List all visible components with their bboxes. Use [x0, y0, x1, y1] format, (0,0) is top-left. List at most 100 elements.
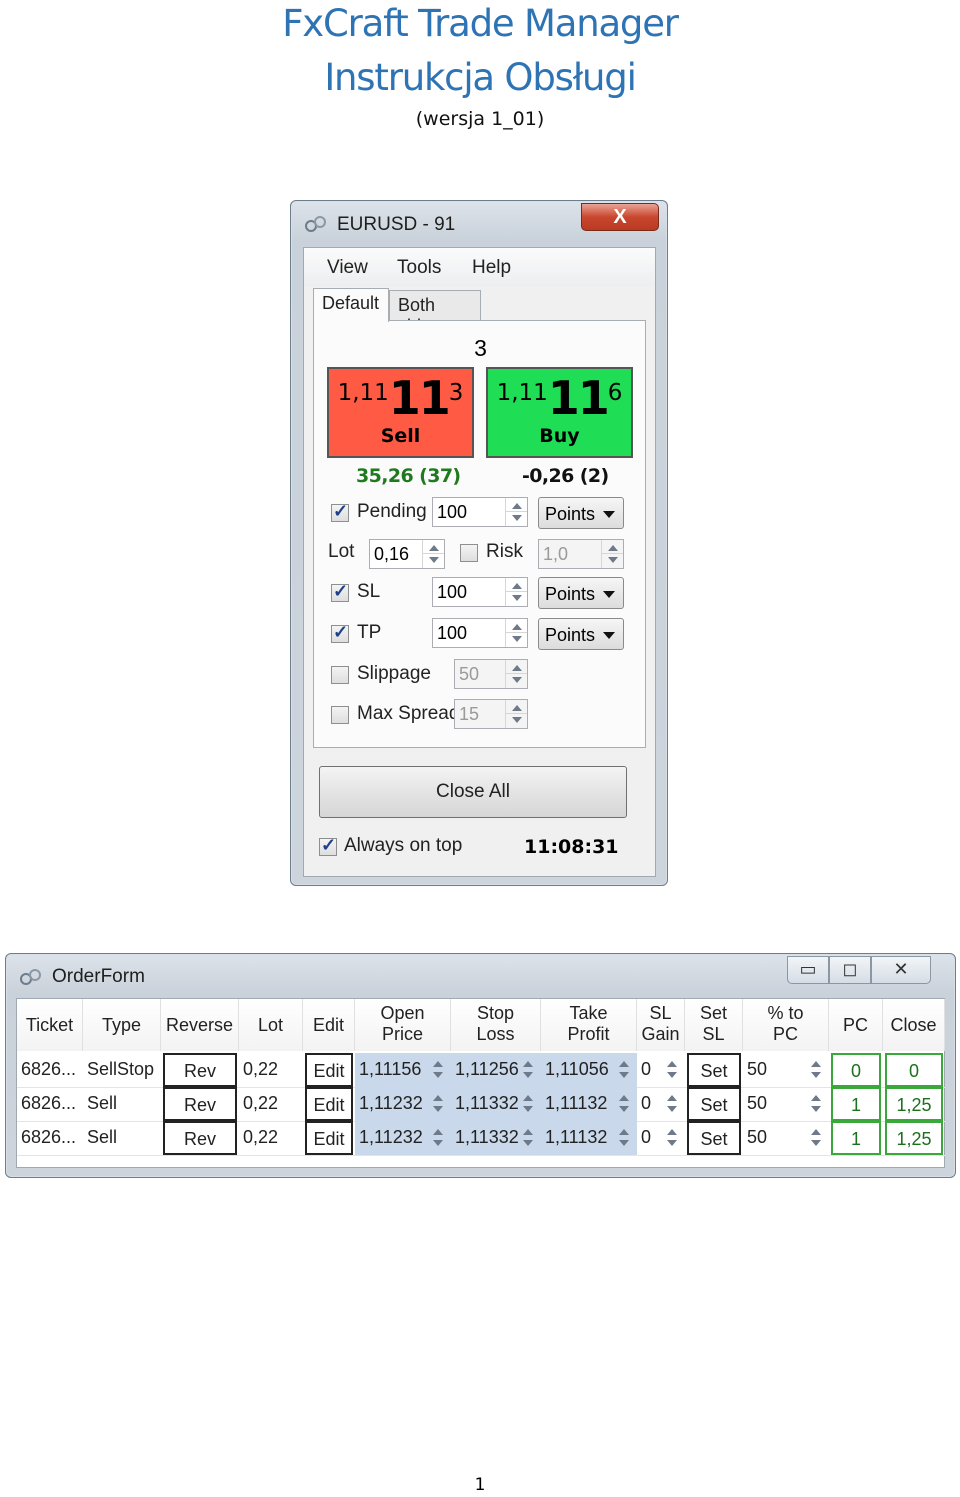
always-on-top-checkbox[interactable] [319, 835, 337, 856]
tp-mode-select[interactable]: Points [538, 618, 624, 650]
spin-arrows-icon[interactable] [613, 1057, 635, 1083]
spin-arrows-icon[interactable] [517, 1125, 539, 1151]
cell-reverse[interactable]: Rev [163, 1053, 237, 1087]
header-take-profit[interactable]: Take Profit [541, 999, 637, 1051]
buy-price-prefix: 1,11 [496, 380, 548, 406]
pending-label: Pending [357, 501, 427, 522]
lot-input[interactable]: 0,16 [369, 539, 445, 569]
menu-help[interactable]: Help [472, 257, 511, 279]
tab-both-sides[interactable]: Both sides [389, 290, 481, 336]
cell-reverse[interactable]: Rev [163, 1087, 237, 1121]
cell-pct-to-pc[interactable]: 50 [743, 1053, 829, 1087]
header-reverse[interactable]: Reverse [161, 999, 239, 1051]
spin-arrows-icon[interactable] [613, 1125, 635, 1151]
spin-arrows-icon[interactable] [517, 1057, 539, 1083]
close-window-button[interactable]: X [581, 203, 659, 231]
cell-pct-to-pc[interactable]: 50 [743, 1087, 829, 1121]
pending-checkbox[interactable] [331, 501, 349, 522]
header-open-price[interactable]: Open Price [355, 999, 451, 1051]
slippage-checkbox[interactable] [331, 666, 349, 684]
cell-pct-to-pc[interactable]: 50 [743, 1121, 829, 1155]
maximize-button[interactable]: ◻ [829, 956, 871, 984]
cell-edit[interactable]: Edit [305, 1053, 353, 1087]
cell-open-price[interactable]: 1,11232 [355, 1087, 451, 1121]
spin-arrows-icon[interactable] [505, 578, 527, 606]
header-type[interactable]: Type [83, 999, 161, 1051]
cell-open-price[interactable]: 1,11156 [355, 1053, 451, 1087]
header-set-sl[interactable]: Set SL [685, 999, 743, 1051]
spin-arrows-icon[interactable] [661, 1125, 683, 1151]
document-subtitle: Instrukcja Obsługi [324, 56, 637, 99]
cell-close[interactable]: 0 [885, 1053, 943, 1087]
spin-arrows-icon[interactable] [805, 1125, 827, 1151]
cell-pc[interactable]: 0 [831, 1053, 881, 1087]
cell-stop-loss[interactable]: 1,11332 [451, 1121, 541, 1155]
cell-close[interactable]: 1,25 [885, 1087, 943, 1121]
spin-arrows-icon[interactable] [422, 540, 444, 568]
slippage-input[interactable]: 50 [454, 659, 528, 689]
menu-view[interactable]: View [327, 257, 368, 279]
close-window-button[interactable]: ✕ [871, 956, 931, 984]
cell-sl-gain[interactable]: 0 [637, 1053, 685, 1087]
close-all-button[interactable]: Close All [319, 766, 627, 818]
risk-input[interactable]: 1,0 [538, 539, 624, 569]
risk-checkbox[interactable] [460, 544, 478, 562]
sl-mode-select[interactable]: Points [538, 577, 624, 609]
cell-take-profit[interactable]: 1,11132 [541, 1087, 637, 1121]
cell-take-profit[interactable]: 1,11056 [541, 1053, 637, 1087]
spin-arrows-icon[interactable] [805, 1091, 827, 1117]
spin-arrows-icon[interactable] [427, 1057, 449, 1083]
tab-default[interactable]: Default [313, 288, 389, 322]
spin-arrows-icon[interactable] [805, 1057, 827, 1083]
cell-reverse[interactable]: Rev [163, 1121, 237, 1155]
cell-set-sl[interactable]: Set [687, 1053, 741, 1087]
header-sl-gain[interactable]: SL Gain [637, 999, 685, 1051]
header-lot[interactable]: Lot [239, 999, 303, 1051]
header-stop-loss[interactable]: Stop Loss [451, 999, 541, 1051]
max-spread-input[interactable]: 15 [454, 699, 528, 729]
max-spread-checkbox[interactable] [331, 706, 349, 724]
cell-pc[interactable]: 1 [831, 1087, 881, 1121]
cell-set-sl[interactable]: Set [687, 1121, 741, 1155]
buy-button[interactable]: 1,11116 Buy [486, 367, 633, 458]
spin-arrows-icon[interactable] [661, 1091, 683, 1117]
cell-ticket: 6826... [21, 1093, 77, 1113]
spin-arrows-icon[interactable] [427, 1091, 449, 1117]
header-pct-to-pc[interactable]: % to PC [743, 999, 829, 1051]
sl-input[interactable]: 100 [432, 577, 528, 607]
sell-button[interactable]: 1,11113 Sell [327, 367, 474, 458]
header-pc[interactable]: PC [829, 999, 883, 1051]
cell-sl-gain[interactable]: 0 [637, 1087, 685, 1121]
tp-input[interactable]: 100 [432, 618, 528, 648]
spin-arrows-icon[interactable] [505, 700, 527, 728]
sl-checkbox[interactable] [331, 581, 349, 602]
cell-take-profit[interactable]: 1,11132 [541, 1121, 637, 1155]
cell-stop-loss[interactable]: 1,11256 [451, 1053, 541, 1087]
cell-edit[interactable]: Edit [305, 1087, 353, 1121]
spin-arrows-icon[interactable] [517, 1091, 539, 1117]
max-spread-label: Max Spread [357, 703, 460, 724]
spin-arrows-icon[interactable] [613, 1091, 635, 1117]
cell-sl-gain[interactable]: 0 [637, 1121, 685, 1155]
pending-input[interactable]: 100 [432, 497, 528, 527]
spin-arrows-icon[interactable] [505, 660, 527, 688]
cell-open-price[interactable]: 1,11232 [355, 1121, 451, 1155]
spin-arrows-icon[interactable] [505, 619, 527, 647]
pending-mode-select[interactable]: Points [538, 497, 624, 529]
header-close[interactable]: Close [883, 999, 945, 1051]
cell-lot: 0,22 [243, 1127, 279, 1147]
cell-stop-loss[interactable]: 1,11332 [451, 1087, 541, 1121]
spin-arrows-icon[interactable] [601, 540, 623, 568]
spin-arrows-icon[interactable] [505, 498, 527, 526]
spin-arrows-icon[interactable] [661, 1057, 683, 1083]
header-ticket[interactable]: Ticket [17, 999, 83, 1051]
cell-close[interactable]: 1,25 [885, 1121, 943, 1155]
tp-checkbox[interactable] [331, 622, 349, 643]
header-edit[interactable]: Edit [303, 999, 355, 1051]
cell-pc[interactable]: 1 [831, 1121, 881, 1155]
menu-tools[interactable]: Tools [397, 257, 441, 279]
minimize-button[interactable]: ▭ [787, 956, 829, 984]
cell-edit[interactable]: Edit [305, 1121, 353, 1155]
cell-set-sl[interactable]: Set [687, 1087, 741, 1121]
spin-arrows-icon[interactable] [427, 1125, 449, 1151]
